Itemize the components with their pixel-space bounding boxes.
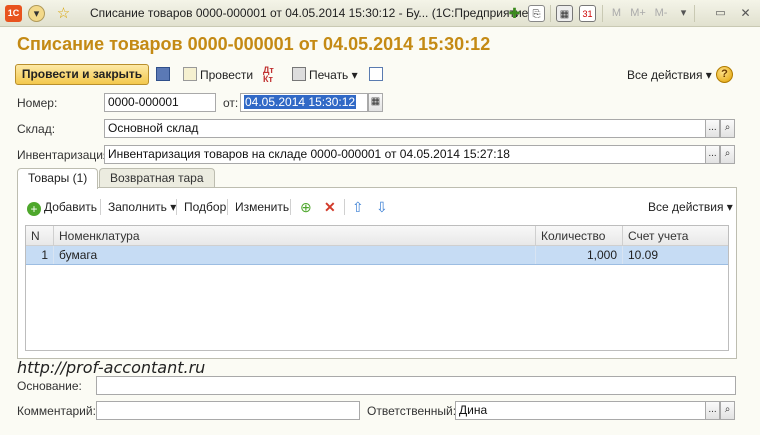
row-quantity[interactable]: 1,000 — [536, 246, 623, 264]
1c-logo-icon[interactable]: 1С — [5, 5, 22, 22]
edit-button[interactable]: Изменить — [235, 199, 289, 215]
all-actions-label: Все действия — [627, 68, 703, 82]
copy-add-icon[interactable]: ⊕ — [300, 199, 312, 215]
inventory-select-button[interactable]: ... — [705, 145, 720, 164]
column-header-item[interactable]: Номенклатура — [54, 226, 536, 246]
table-row[interactable]: 1 бумага 1,000 10.09 — [26, 246, 728, 265]
inventory-field[interactable]: Инвентаризация товаров на складе 0000-00… — [104, 145, 706, 164]
move-up-icon[interactable]: ⇧ — [352, 199, 364, 215]
calculator-icon[interactable]: ▦ — [556, 5, 573, 22]
m-plus-icon[interactable]: M+ — [628, 5, 648, 22]
link-icon[interactable]: ⎘ — [528, 5, 545, 22]
column-header-account[interactable]: Счет учета — [623, 226, 728, 246]
responsible-open-icon[interactable]: ⌕ — [720, 401, 735, 420]
inventory-open-icon[interactable]: ⌕ — [720, 145, 735, 164]
window-title: Списание товаров 0000-000001 от 04.05.20… — [90, 6, 533, 20]
star-icon[interactable]: ☆ — [55, 5, 72, 22]
watermark-text: http://prof-accontant.ru — [17, 358, 206, 377]
delete-icon[interactable]: ✕ — [324, 199, 336, 215]
post-button[interactable]: Провести — [183, 66, 253, 84]
row-number: 1 — [26, 246, 54, 264]
add-label: Добавить — [44, 200, 98, 214]
m-minus-icon[interactable]: M- — [651, 5, 671, 22]
add-icon: + — [27, 202, 41, 216]
basis-label: Основание: — [17, 379, 82, 393]
save-button[interactable] — [156, 66, 173, 84]
close-icon[interactable]: ✕ — [737, 5, 754, 22]
print-label: Печать — [309, 68, 349, 82]
help-icon[interactable]: ? — [716, 66, 733, 83]
responsible-label: Ответственный: — [367, 404, 457, 418]
responsible-field[interactable]: Дина — [455, 401, 706, 420]
comment-label: Комментарий: — [17, 404, 96, 418]
printer-icon — [292, 67, 306, 81]
calendar-icon[interactable]: 31 — [579, 5, 596, 22]
date-field[interactable]: 04.05.2014 15:30:12 — [240, 93, 368, 112]
report-button[interactable] — [369, 66, 386, 84]
print-button[interactable]: Печать ▾ — [292, 66, 358, 84]
calendar-picker-icon[interactable]: ▦ — [368, 93, 383, 112]
row-item[interactable]: бумага — [54, 246, 536, 264]
comment-field[interactable] — [96, 401, 360, 420]
warehouse-open-icon[interactable]: ⌕ — [720, 119, 735, 138]
inventory-label: Инвентаризация: — [17, 148, 113, 162]
warehouse-label: Склад: — [17, 122, 56, 136]
panel-all-actions-label: Все действия — [648, 200, 724, 214]
row-account[interactable]: 10.09 — [623, 246, 728, 264]
report-icon — [369, 67, 383, 81]
minimize-icon[interactable]: ▭ — [712, 5, 729, 22]
save-icon — [156, 67, 170, 81]
column-header-quantity[interactable]: Количество — [536, 226, 623, 246]
tab-returnable-containers[interactable]: Возвратная тара — [99, 168, 215, 188]
responsible-select-button[interactable]: ... — [705, 401, 720, 420]
all-actions-menu[interactable]: Все действия ▾ — [627, 66, 712, 84]
move-down-icon[interactable]: ⇩ — [376, 199, 388, 215]
number-field[interactable]: 0000-000001 — [104, 93, 216, 112]
add-button[interactable]: + Добавить — [27, 199, 98, 216]
tab-goods[interactable]: Товары (1) — [17, 168, 99, 189]
date-value: 04.05.2014 15:30:12 — [244, 95, 357, 109]
favorite-add-icon[interactable]: ✚ — [506, 5, 523, 22]
goods-panel: + Добавить Заполнить ▾ Подбор Изменить ⊕ … — [17, 187, 737, 359]
warehouse-field[interactable]: Основной склад — [104, 119, 706, 138]
menu-down-icon[interactable]: ▾ — [28, 5, 45, 22]
panel-all-actions-menu[interactable]: Все действия ▾ — [648, 199, 733, 215]
warehouse-select-button[interactable]: ... — [705, 119, 720, 138]
number-label: Номер: — [17, 96, 58, 110]
post-icon — [183, 67, 197, 81]
m-icon[interactable]: M — [608, 5, 625, 22]
pick-button[interactable]: Подбор — [184, 199, 226, 215]
dt-kt-icon[interactable]: Дт Кт — [263, 66, 274, 84]
post-label: Провести — [200, 68, 254, 82]
date-label: от: — [223, 96, 239, 110]
fill-label: Заполнить — [108, 200, 167, 214]
page-title: Списание товаров 0000-000001 от 04.05.20… — [17, 34, 491, 54]
post-and-close-button[interactable]: Провести и закрыть — [15, 64, 149, 85]
goods-table[interactable]: N Номенклатура Количество Счет учета 1 б… — [25, 225, 729, 351]
restore-icon[interactable]: ▾ — [675, 5, 692, 22]
fill-menu[interactable]: Заполнить ▾ — [108, 199, 176, 215]
window-titlebar: 1С ▾ ☆ Списание товаров 0000-000001 от 0… — [0, 0, 760, 27]
column-header-n[interactable]: N — [26, 226, 54, 246]
basis-field[interactable] — [96, 376, 736, 395]
